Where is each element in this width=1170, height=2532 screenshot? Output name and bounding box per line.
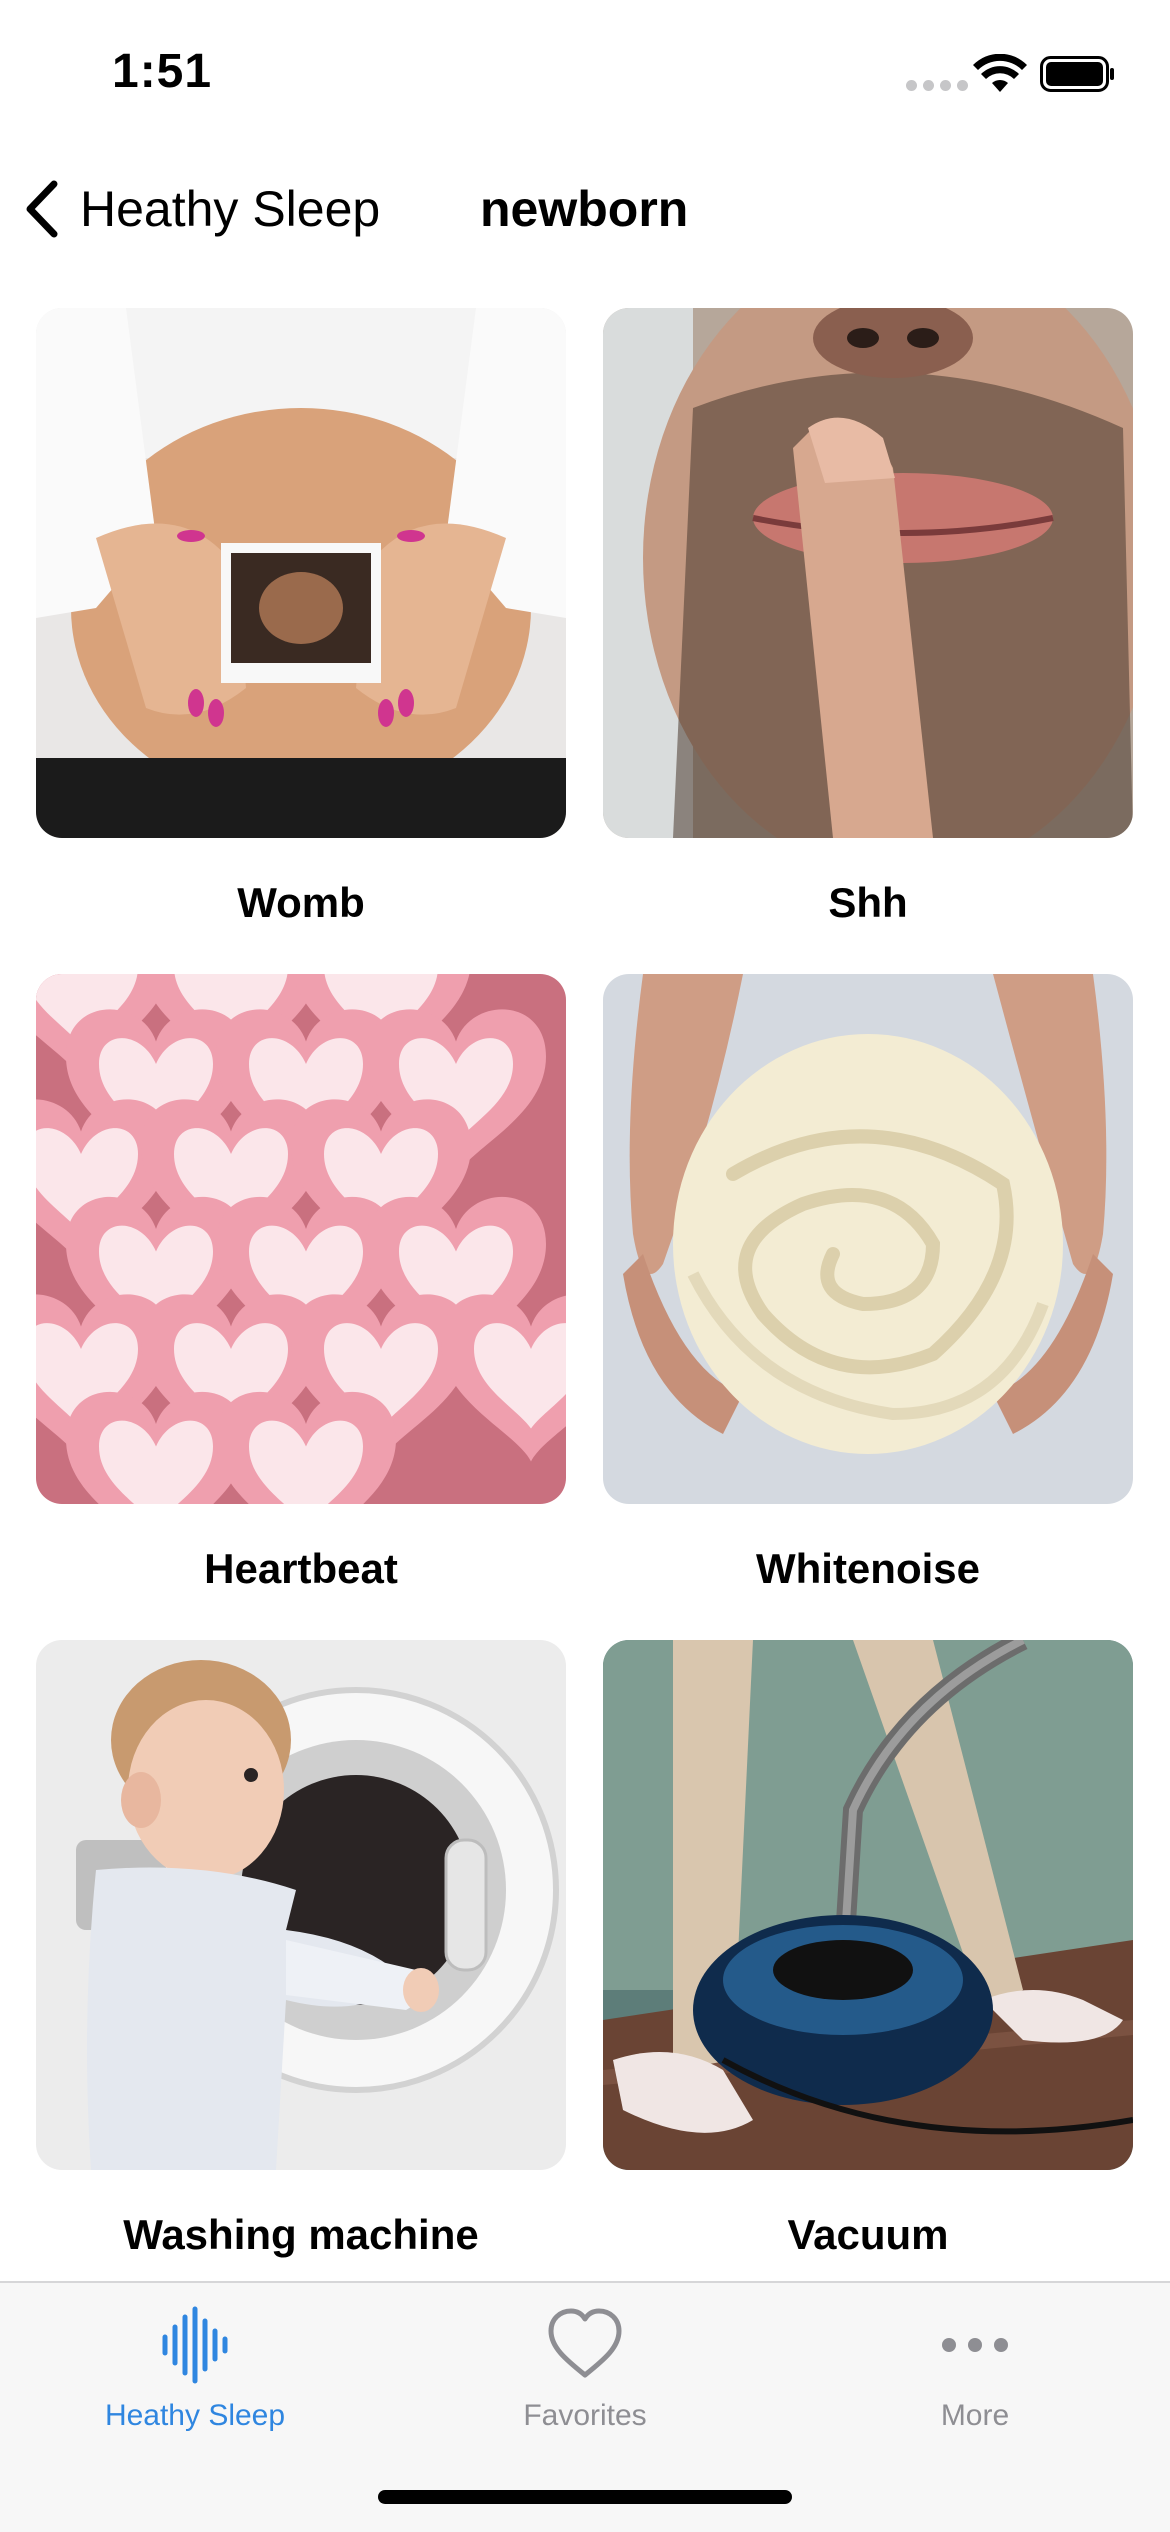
back-button[interactable]: Heathy Sleep — [22, 174, 380, 244]
heartbeat-image — [36, 974, 566, 1504]
waveform-icon — [162, 2306, 228, 2384]
tab-label: Heathy Sleep — [104, 2399, 286, 2432]
back-button-label: Heathy Sleep — [80, 181, 381, 237]
sound-card-womb[interactable]: Womb — [36, 308, 566, 974]
status-time: 1:51 — [112, 45, 213, 98]
sound-card-shh[interactable]: Shh — [603, 308, 1133, 974]
chevron-left-icon — [26, 180, 58, 238]
tab-label: Favorites — [523, 2399, 647, 2432]
tab-more[interactable]: More — [780, 2283, 1170, 2443]
washing-machine-image — [36, 1640, 566, 2170]
sound-card-heartbeat[interactable]: Heartbeat — [36, 974, 566, 1640]
tab-heathy-sleep[interactable]: Heathy Sleep — [0, 2283, 390, 2443]
status-bar: 1:51 — [0, 0, 1170, 150]
cellular-signal-icon — [906, 80, 968, 91]
sound-card-washing-machine[interactable]: Washing machine — [36, 1640, 566, 2306]
wifi-icon — [973, 54, 1027, 92]
sound-card-vacuum[interactable]: Vacuum — [603, 1640, 1133, 2306]
sound-label: Heartbeat — [204, 1545, 398, 1592]
vacuum-image — [603, 1640, 1133, 2170]
shh-image — [603, 308, 1133, 838]
sound-label: Whitenoise — [755, 1545, 980, 1592]
page-title: newborn — [480, 181, 689, 237]
heart-icon — [548, 2308, 622, 2378]
sound-label: Shh — [828, 879, 908, 926]
sound-label: Washing machine — [123, 2211, 479, 2258]
sound-card-whitenoise[interactable]: Whitenoise — [603, 974, 1133, 1640]
sound-grid: Womb Shh Heartbeat Whitenoise Washing ma… — [36, 308, 1136, 2306]
battery-icon — [1040, 56, 1114, 92]
tab-label: More — [940, 2399, 1010, 2432]
tab-favorites[interactable]: Favorites — [390, 2283, 780, 2443]
sound-label: Vacuum — [787, 2211, 949, 2258]
whitenoise-image — [603, 974, 1133, 1504]
womb-image — [36, 308, 566, 838]
more-dots-icon — [942, 2338, 1008, 2352]
home-indicator[interactable] — [378, 2490, 792, 2504]
sound-label: Womb — [237, 879, 365, 926]
navigation-bar: Heathy Sleep newborn — [0, 160, 1170, 256]
